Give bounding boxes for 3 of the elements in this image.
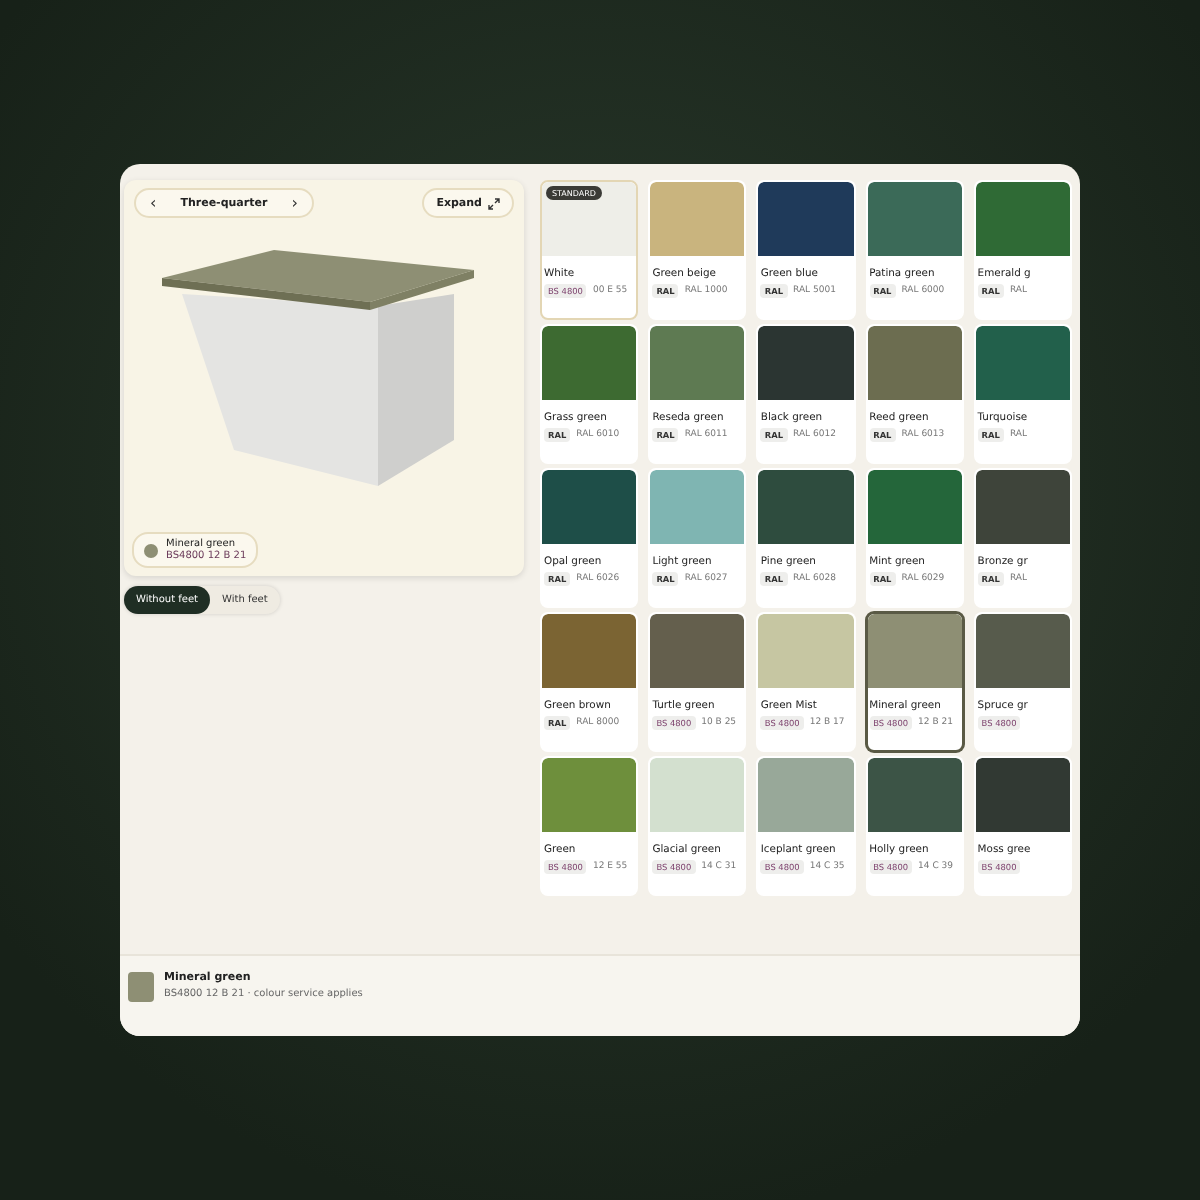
previous-view-button[interactable]: ‹ [150, 194, 157, 212]
next-view-button[interactable]: › [291, 194, 298, 212]
expand-icon [488, 197, 500, 209]
